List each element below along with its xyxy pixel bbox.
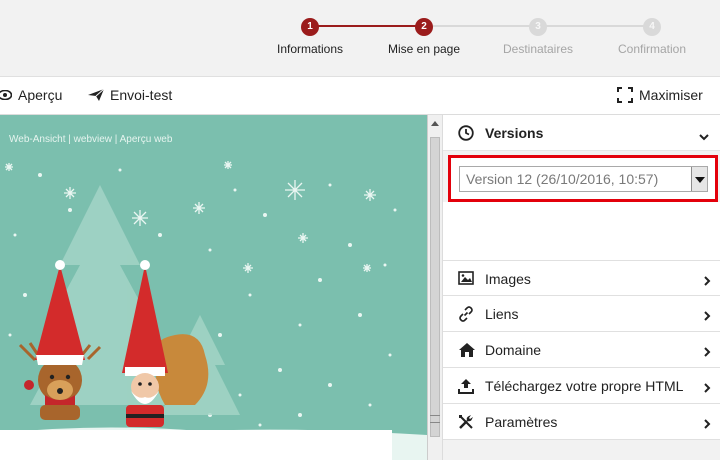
step-number: 1: [301, 18, 319, 36]
panel-item-links[interactable]: Liens: [443, 296, 720, 332]
preview-toolbar: Aperçu Envoi-test Maximiser: [0, 76, 720, 115]
step-label: Destinataires: [502, 42, 574, 56]
home-icon: [458, 342, 476, 358]
chevron-right-icon: [704, 344, 711, 362]
step-number: 2: [415, 18, 433, 36]
step-informations[interactable]: 1 Informations: [255, 16, 365, 56]
panel-item-label: Téléchargez votre propre HTML: [485, 378, 684, 394]
maximize-button[interactable]: Maximiser: [617, 87, 703, 103]
scroll-grip: [430, 415, 440, 423]
step-label: Mise en page: [387, 42, 461, 56]
step-destinataires: 3 Destinataires: [483, 16, 593, 56]
panel-item-label: Domaine: [485, 342, 542, 358]
email-body-strip: [0, 430, 392, 460]
link-icon: [458, 306, 476, 322]
image-icon: [458, 271, 476, 287]
step-mise-en-page[interactable]: 2 Mise en page: [369, 16, 479, 56]
preview-button[interactable]: Aperçu: [0, 87, 62, 103]
versions-title: Versions: [485, 125, 544, 141]
eye-icon: [0, 90, 12, 100]
expand-icon: [617, 87, 633, 103]
email-preview: Web-Ansicht | webview | Aperçu web: [0, 115, 427, 460]
tools-icon: [458, 414, 476, 430]
step-confirmation: 4 Confirmation: [597, 16, 707, 56]
test-send-label: Envoi-test: [110, 87, 173, 103]
panel-item-label: Images: [485, 271, 531, 287]
chevron-down-icon: [699, 128, 709, 146]
version-select-value: Version 12 (26/10/2016, 10:57): [466, 171, 659, 187]
test-send-button[interactable]: Envoi-test: [88, 87, 172, 103]
step-label: Informations: [276, 42, 344, 56]
scroll-up-arrow[interactable]: [431, 121, 439, 126]
chevron-right-icon: [704, 308, 711, 326]
panel-item-images[interactable]: Images: [443, 260, 720, 296]
scroll-thumb[interactable]: [430, 137, 440, 437]
editor-side-panel: Versions Version 12 (26/10/2016, 10:57) …: [442, 115, 720, 460]
clock-icon: [458, 125, 474, 146]
step-label: Confirmation: [617, 42, 687, 56]
upload-icon: [458, 378, 476, 394]
version-select-highlight: Version 12 (26/10/2016, 10:57): [448, 155, 718, 202]
preview-scrollbar[interactable]: [427, 115, 442, 460]
step-number: 3: [529, 18, 547, 36]
versions-body: [443, 202, 720, 260]
panel-item-domain[interactable]: Domaine: [443, 332, 720, 368]
preview-label: Aperçu: [18, 87, 63, 103]
christmas-illustration: [0, 161, 427, 460]
progress-stepper: 1 Informations 2 Mise en page 3 Destinat…: [0, 0, 720, 76]
chevron-right-icon: [704, 416, 711, 434]
versions-header[interactable]: Versions: [443, 115, 720, 151]
panel-item-upload-html[interactable]: Téléchargez votre propre HTML: [443, 368, 720, 404]
version-select[interactable]: Version 12 (26/10/2016, 10:57): [459, 166, 708, 192]
dropdown-arrow-icon[interactable]: [691, 167, 707, 191]
chevron-right-icon: [704, 380, 711, 398]
maximize-label: Maximiser: [639, 87, 703, 103]
panel-item-label: Liens: [485, 306, 519, 322]
chevron-right-icon: [704, 273, 711, 291]
step-number: 4: [643, 18, 661, 36]
paper-plane-icon: [88, 89, 104, 101]
panel-item-settings[interactable]: Paramètres: [443, 404, 720, 440]
panel-item-label: Paramètres: [485, 414, 558, 430]
